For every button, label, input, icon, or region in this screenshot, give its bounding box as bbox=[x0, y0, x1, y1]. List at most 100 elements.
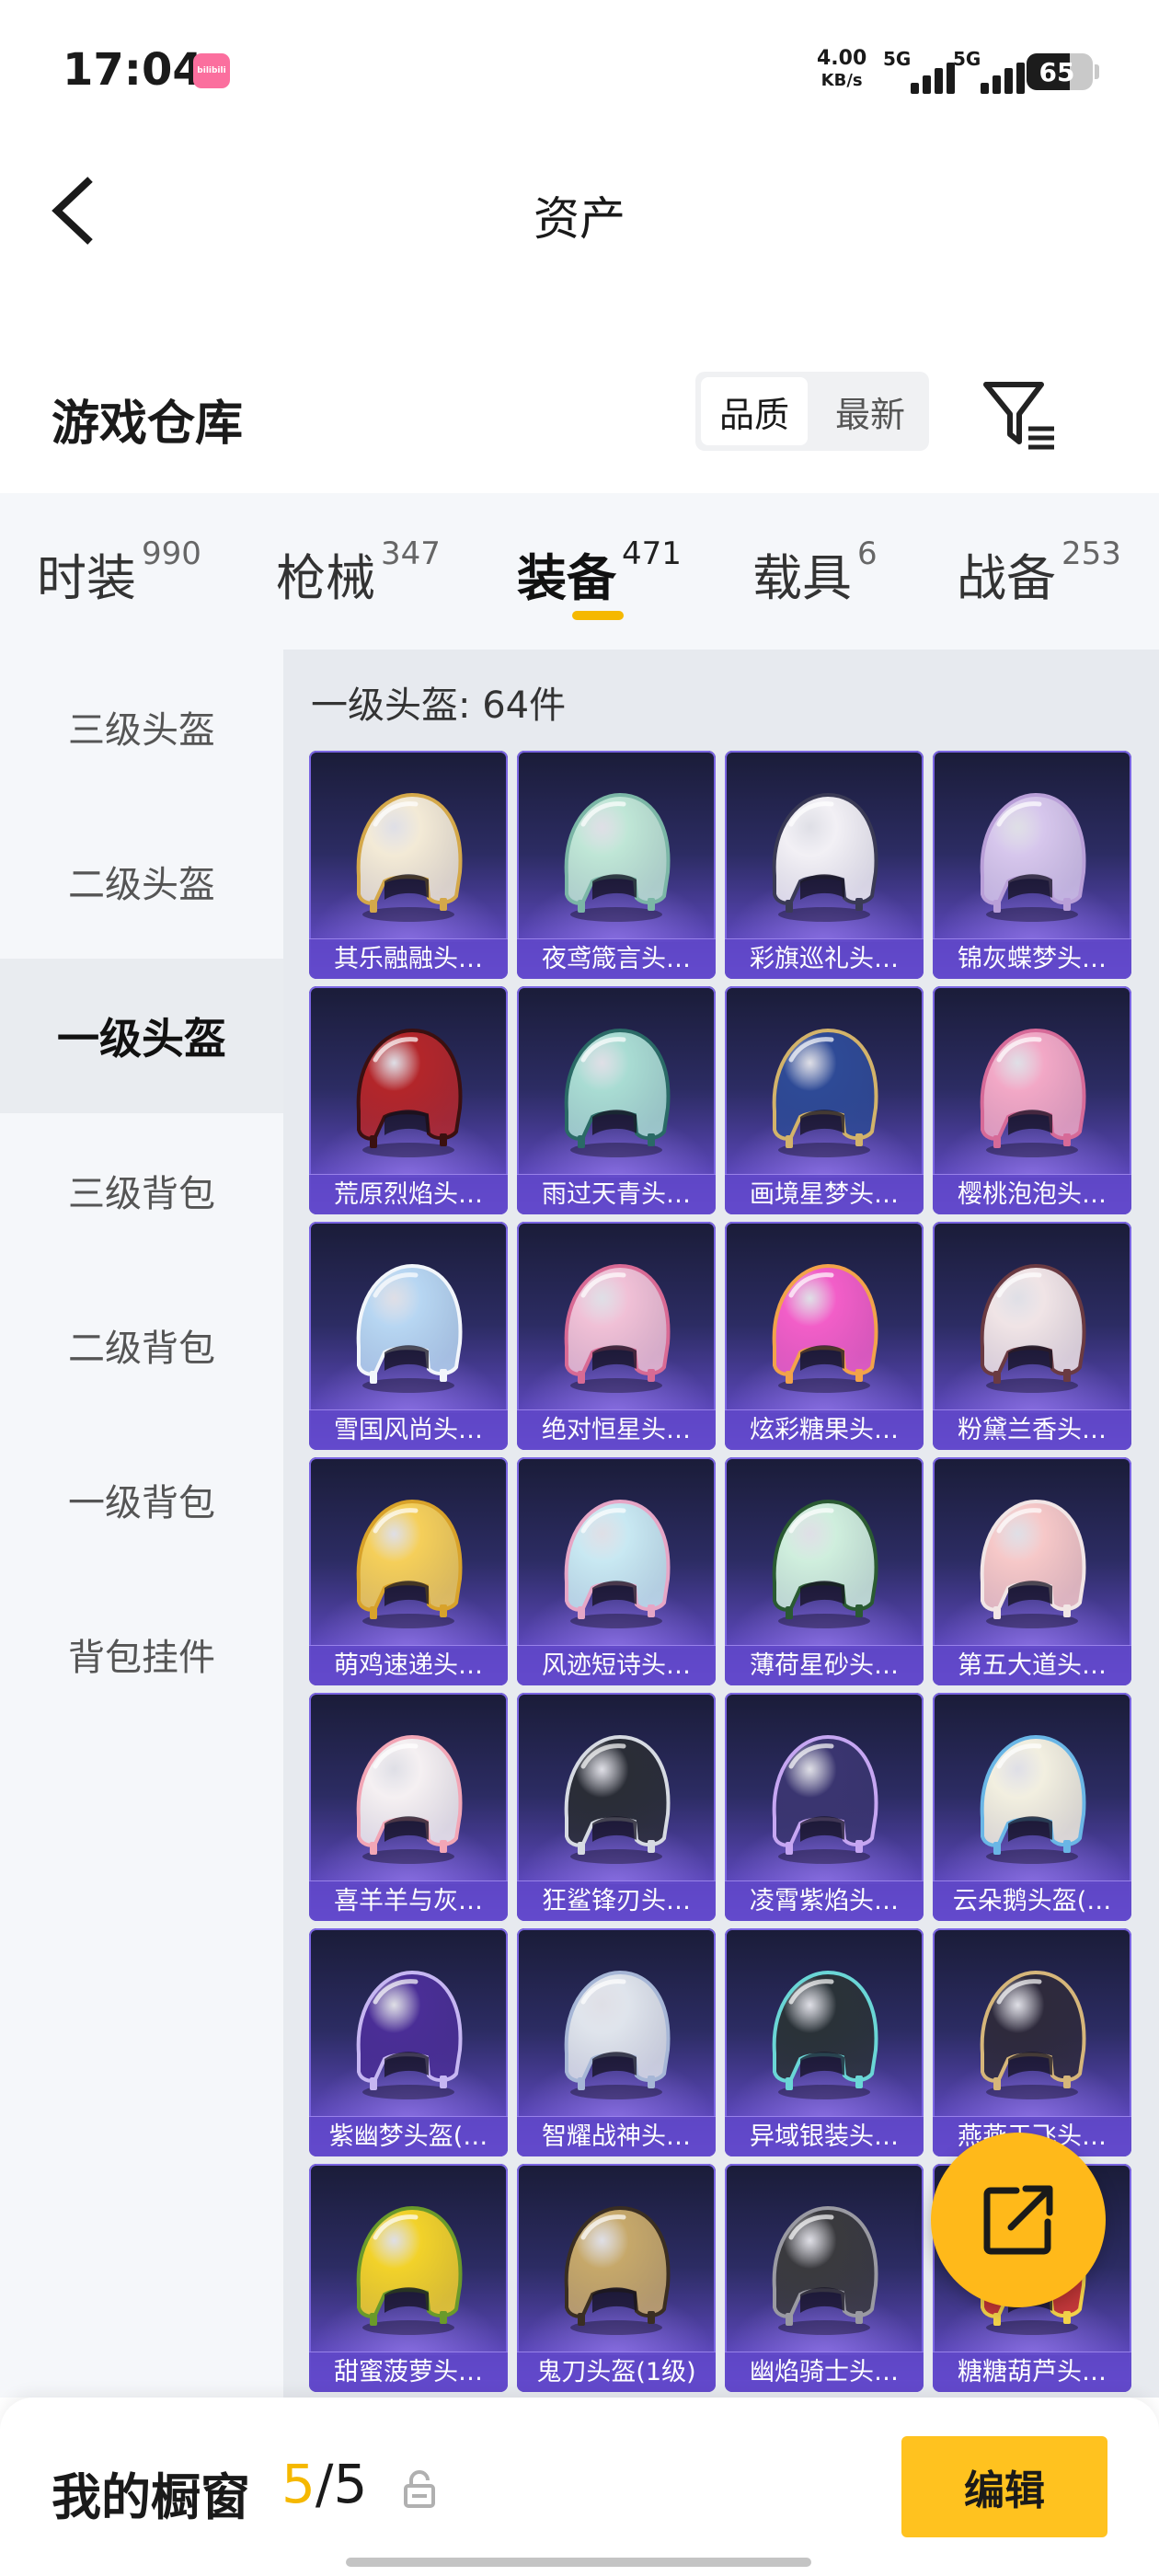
helmet-name: 异域银装头… bbox=[725, 2116, 924, 2156]
lock-icon[interactable] bbox=[403, 2469, 436, 2508]
bilibili-app-icon: bilibili bbox=[193, 53, 230, 88]
helmet-icon bbox=[772, 1970, 878, 2099]
showcase-label: 我的橱窗 bbox=[52, 2468, 250, 2526]
helmet-card[interactable]: 鬼刀头盔(1级) bbox=[517, 2164, 716, 2392]
sort-toggle: 品质 最新 bbox=[695, 372, 929, 451]
helmet-name: 锦灰蝶梦头… bbox=[933, 938, 1131, 979]
share-button[interactable] bbox=[931, 2133, 1106, 2307]
filter-button[interactable] bbox=[981, 375, 1060, 454]
helmet-card[interactable]: 幽焰骑士头… bbox=[725, 2164, 924, 2392]
showcase-bar: 我的橱窗 5/5 编辑 bbox=[0, 2398, 1159, 2576]
helmet-icon bbox=[980, 1734, 1086, 1864]
helmet-card[interactable]: 荒原烈焰头… bbox=[309, 986, 508, 1214]
helmet-name: 画境星梦头… bbox=[725, 1174, 924, 1214]
helmet-icon bbox=[356, 792, 463, 922]
helmet-icon bbox=[564, 1734, 671, 1864]
helmet-name: 幽焰骑士头… bbox=[725, 2352, 924, 2392]
share-icon bbox=[983, 2185, 1053, 2255]
sidebar-item-level3-backpack[interactable]: 三级背包 bbox=[0, 1113, 283, 1268]
helmet-name: 雪国风尚头… bbox=[309, 1409, 508, 1450]
helmet-icon bbox=[772, 792, 878, 922]
tab-vehicles[interactable]: 载具 6 bbox=[752, 535, 878, 610]
sidebar-item-level2-backpack[interactable]: 二级背包 bbox=[0, 1268, 283, 1422]
helmet-name: 智耀战神头… bbox=[517, 2116, 716, 2156]
helmet-name: 甜蜜菠萝头… bbox=[309, 2352, 508, 2392]
helmet-card[interactable]: 甜蜜菠萝头… bbox=[309, 2164, 508, 2392]
helmet-icon bbox=[772, 1499, 878, 1628]
helmet-icon bbox=[564, 1263, 671, 1393]
helmet-card[interactable]: 樱桃泡泡头… bbox=[933, 986, 1131, 1214]
helmet-icon bbox=[564, 1028, 671, 1157]
edit-button[interactable]: 编辑 bbox=[901, 2436, 1107, 2537]
helmet-card[interactable]: 彩旗巡礼头… bbox=[725, 751, 924, 979]
helmet-name: 风迹短诗头… bbox=[517, 1645, 716, 1685]
sidebar-item-level1-backpack[interactable]: 一级背包 bbox=[0, 1422, 283, 1577]
helmet-icon bbox=[772, 2205, 878, 2335]
page-title: 资产 bbox=[534, 192, 625, 246]
helmet-icon bbox=[980, 1263, 1086, 1393]
helmet-card[interactable]: 薄荷星砂头… bbox=[725, 1457, 924, 1685]
sidebar-item-level3-helmet[interactable]: 三级头盔 bbox=[0, 650, 283, 804]
helmet-card[interactable]: 智耀战神头… bbox=[517, 1928, 716, 2156]
helmet-icon bbox=[980, 1970, 1086, 2099]
helmet-card[interactable]: 狂鲨锋刃头… bbox=[517, 1693, 716, 1921]
helmet-icon bbox=[772, 1734, 878, 1864]
helmet-name: 绝对恒星头… bbox=[517, 1409, 716, 1450]
helmet-name: 薄荷星砂头… bbox=[725, 1645, 924, 1685]
helmet-card[interactable]: 异域银装头… bbox=[725, 1928, 924, 2156]
helmet-icon bbox=[564, 792, 671, 922]
tab-supplies[interactable]: 战备 253 bbox=[957, 535, 1121, 610]
helmet-name: 凌霄紫焰头… bbox=[725, 1880, 924, 1921]
helmet-card[interactable]: 风迹短诗头… bbox=[517, 1457, 716, 1685]
helmet-card[interactable]: 粉黛兰香头… bbox=[933, 1222, 1131, 1450]
tab-weapons[interactable]: 枪械 347 bbox=[276, 535, 441, 610]
helmet-card[interactable]: 凌霄紫焰头… bbox=[725, 1693, 924, 1921]
helmet-card[interactable]: 其乐融融头… bbox=[309, 751, 508, 979]
status-bar: 17:04 bilibili 4.00 KB/s 5G 5G 65 bbox=[0, 0, 1159, 138]
helmet-card[interactable]: 喜羊羊与灰… bbox=[309, 1693, 508, 1921]
helmet-icon bbox=[356, 1734, 463, 1864]
helmet-name: 其乐融融头… bbox=[309, 938, 508, 979]
sort-option-newest[interactable]: 最新 bbox=[817, 377, 924, 445]
helmet-name: 喜羊羊与灰… bbox=[309, 1880, 508, 1921]
helmet-name: 紫幽梦头盔(… bbox=[309, 2116, 508, 2156]
sidebar-item-level2-helmet[interactable]: 二级头盔 bbox=[0, 804, 283, 959]
helmet-name: 雨过天青头… bbox=[517, 1174, 716, 1214]
tab-fashion[interactable]: 时装 990 bbox=[37, 535, 201, 610]
tab-equipment[interactable]: 装备 471 bbox=[517, 535, 682, 610]
helmet-card[interactable]: 燕燕于飞头… bbox=[933, 1928, 1131, 2156]
helmet-card[interactable]: 云朵鹅头盔(… bbox=[933, 1693, 1131, 1921]
helmet-card[interactable]: 炫彩糖果头… bbox=[725, 1222, 924, 1450]
helmet-icon bbox=[980, 1499, 1086, 1628]
helmet-card[interactable]: 绝对恒星头… bbox=[517, 1222, 716, 1450]
sort-option-quality[interactable]: 品质 bbox=[701, 377, 808, 445]
helmet-icon bbox=[564, 1970, 671, 2099]
home-indicator[interactable] bbox=[346, 2558, 811, 2567]
helmet-name: 萌鸡速递头… bbox=[309, 1645, 508, 1685]
sidebar-item-level1-helmet[interactable]: 一级头盔 bbox=[0, 959, 283, 1113]
grid-header: 一级头盔: 64件 bbox=[311, 684, 567, 727]
helmet-card[interactable]: 萌鸡速递头… bbox=[309, 1457, 508, 1685]
helmet-name: 夜鸢箴言头… bbox=[517, 938, 716, 979]
status-time: 17:04 bbox=[63, 44, 203, 96]
helmet-card[interactable]: 雨过天青头… bbox=[517, 986, 716, 1214]
helmet-card[interactable]: 雪国风尚头… bbox=[309, 1222, 508, 1450]
helmet-card[interactable]: 锦灰蝶梦头… bbox=[933, 751, 1131, 979]
helmet-name: 荒原烈焰头… bbox=[309, 1174, 508, 1214]
helmet-card[interactable]: 紫幽梦头盔(… bbox=[309, 1928, 508, 2156]
helmet-name: 糖糖葫芦头… bbox=[933, 2352, 1131, 2392]
helmet-icon bbox=[356, 1263, 463, 1393]
subcategory-sidebar: 三级头盔 二级头盔 一级头盔 三级背包 二级背包 一级背包 背包挂件 bbox=[0, 650, 283, 2398]
helmet-card[interactable]: 夜鸢箴言头… bbox=[517, 751, 716, 979]
helmet-card[interactable]: 第五大道头… bbox=[933, 1457, 1131, 1685]
helmet-name: 云朵鹅头盔(… bbox=[933, 1880, 1131, 1921]
helmet-icon bbox=[564, 2205, 671, 2335]
sidebar-item-backpack-charm[interactable]: 背包挂件 bbox=[0, 1577, 283, 1731]
helmet-name: 狂鲨锋刃头… bbox=[517, 1880, 716, 1921]
helmet-icon bbox=[356, 1970, 463, 2099]
helmet-icon bbox=[356, 1028, 463, 1157]
helmet-name: 鬼刀头盔(1级) bbox=[517, 2352, 716, 2392]
helmet-name: 樱桃泡泡头… bbox=[933, 1174, 1131, 1214]
active-tab-indicator bbox=[572, 611, 624, 620]
helmet-card[interactable]: 画境星梦头… bbox=[725, 986, 924, 1214]
